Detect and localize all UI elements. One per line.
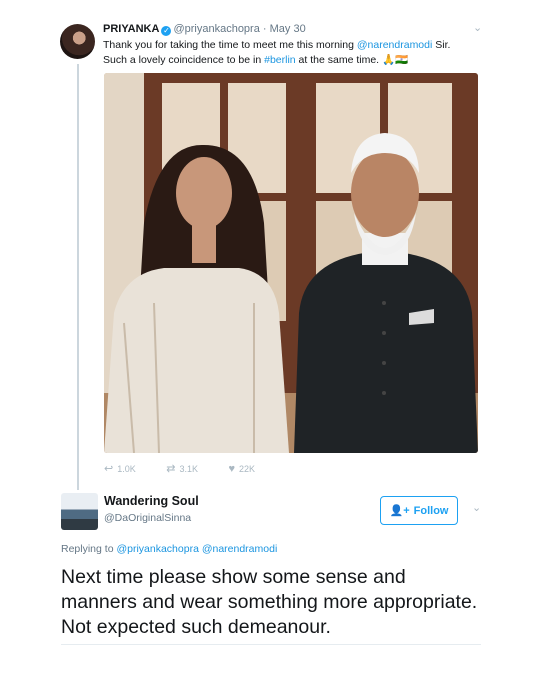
like-count: 22K xyxy=(239,464,256,474)
emoji: 🙏🇮🇳 xyxy=(382,54,409,66)
mention-link[interactable]: @priyankachopra xyxy=(116,543,198,555)
tweet-text-segment: Sir. xyxy=(432,39,451,51)
verified-badge-icon: ✓ xyxy=(161,26,172,36)
replying-prefix: Replying to xyxy=(61,543,114,555)
tweet-photo[interactable] xyxy=(104,73,478,453)
follow-button[interactable]: 👤+ Follow xyxy=(380,496,458,525)
tweet-header: PRIYANKA ✓ @priyankachopra · May 30 xyxy=(103,23,306,36)
chevron-down-icon[interactable]: ⌄ xyxy=(472,501,481,514)
tweet-text-segment: Such a lovely coincidence to be in xyxy=(103,54,265,66)
reply-count: 1.0K xyxy=(117,464,136,474)
mention-link[interactable]: @narendramodi xyxy=(357,39,432,51)
tweet-text: Thank you for taking the time to meet me… xyxy=(103,38,473,68)
date-separator: · xyxy=(262,23,267,35)
follow-label: Follow xyxy=(413,504,449,517)
thread-line xyxy=(77,64,79,490)
user-handle[interactable]: @priyankachopra xyxy=(173,23,259,35)
tweet-date[interactable]: May 30 xyxy=(270,23,306,35)
chevron-down-icon[interactable]: ⌄ xyxy=(473,21,482,34)
hashtag-link[interactable]: #berlin xyxy=(264,54,296,66)
heart-icon: ♥ xyxy=(228,463,236,475)
tweet-text-segment: at the same time. xyxy=(295,54,383,66)
reply-text: Next time please show some sense and man… xyxy=(61,566,478,638)
like-action[interactable]: ♥ 22K xyxy=(229,463,256,475)
replying-to: Replying to @priyankachopra @narendramod… xyxy=(61,543,277,555)
tweet-actions: ↩ 1.0K ⇄ 3.1K ♥ 22K xyxy=(104,462,283,475)
retweet-count: 3.1K xyxy=(179,464,198,474)
retweet-action[interactable]: ⇄ 3.1K xyxy=(166,462,198,475)
tweet-text-segment: Thank you for taking the time to meet me… xyxy=(103,39,357,51)
add-user-icon: 👤+ xyxy=(389,505,410,517)
avatar[interactable] xyxy=(60,24,95,59)
reply-icon: ↩ xyxy=(104,463,114,475)
avatar[interactable] xyxy=(61,493,98,530)
mention-link[interactable]: @narendramodi xyxy=(202,543,277,555)
display-name[interactable]: PRIYANKA xyxy=(103,23,159,35)
user-handle[interactable]: @DaOriginalSinna xyxy=(104,512,191,524)
retweet-icon: ⇄ xyxy=(166,463,176,475)
divider xyxy=(61,644,481,645)
reply-action[interactable]: ↩ 1.0K xyxy=(104,462,136,475)
display-name[interactable]: Wandering Soul xyxy=(104,494,199,508)
